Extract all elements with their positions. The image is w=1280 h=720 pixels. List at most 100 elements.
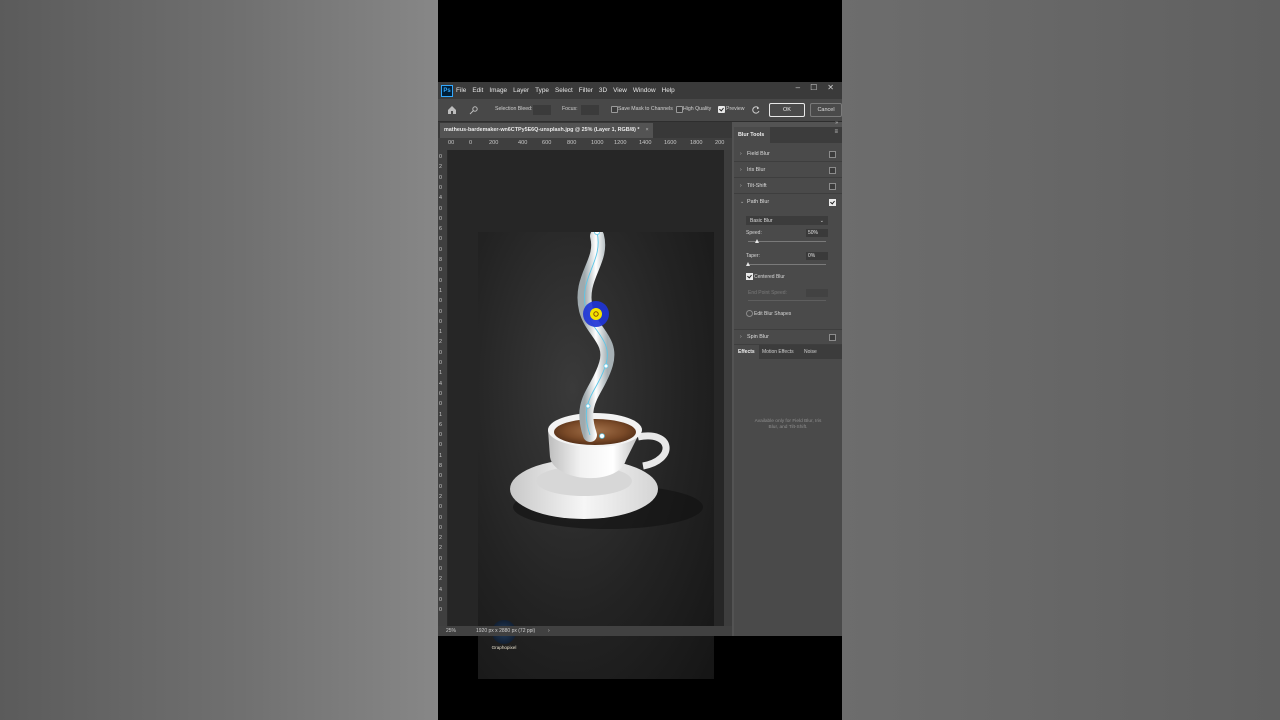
save-mask-checkbox[interactable] xyxy=(611,106,618,113)
speed-slider-track[interactable] xyxy=(748,241,826,242)
background-left xyxy=(0,0,438,720)
pasteboard: G Graphopixel xyxy=(448,150,724,679)
field-blur-checkbox[interactable] xyxy=(829,151,836,158)
ruler-tick: 0 xyxy=(439,524,442,531)
ruler-tick: 2 xyxy=(439,339,442,346)
ruler-tick: 0 xyxy=(439,473,442,480)
preview-checkbox[interactable] xyxy=(718,106,725,113)
document-tab-title: matheus-bardemaker-wn6CTPy5E6Q-unsplash.… xyxy=(444,127,640,133)
document-dimensions: 1920 px x 2880 px (72 ppi) xyxy=(476,628,536,634)
taper-slider-knob[interactable] xyxy=(745,262,750,266)
menu-help[interactable]: Help xyxy=(662,87,675,94)
iris-blur-checkbox[interactable] xyxy=(829,167,836,174)
menu-type[interactable]: Type xyxy=(535,87,549,94)
path-endpoint-bottom[interactable] xyxy=(599,433,605,439)
menu-window[interactable]: Window xyxy=(633,87,656,94)
edit-blur-shapes-checkbox[interactable] xyxy=(746,310,753,317)
blur-tools-panel: Blur Tools ≡ » › Field Blur › Iris Blur … xyxy=(734,120,842,636)
ruler-tick: 1 xyxy=(439,287,442,294)
menu-layer[interactable]: Layer xyxy=(513,87,529,94)
selection-bleed-label: Selection Bleed: xyxy=(495,106,533,112)
chevron-right-icon[interactable]: › xyxy=(740,151,742,157)
menu-image[interactable]: Image xyxy=(489,87,507,94)
tab-effects[interactable]: Effects xyxy=(734,345,759,359)
maximize-icon[interactable]: ☐ xyxy=(810,83,817,92)
tab-motion-effects[interactable]: Motion Effects xyxy=(762,345,794,359)
home-icon[interactable] xyxy=(446,104,458,116)
ruler-tick: 0 xyxy=(439,215,442,222)
spin-blur-checkbox[interactable] xyxy=(829,334,836,341)
path-endpoint-top[interactable] xyxy=(594,232,600,235)
menu-file[interactable]: File xyxy=(456,87,466,94)
options-bar: Selection Bleed: Focus: Save Mask to Cha… xyxy=(438,99,842,122)
ruler-vertical: 0 2 0 0 4 0 0 6 0 0 8 0 0 1 0 0 0 1 2 0 0 1 4 0 0 1 6 0 0 1 8 0 0 2 0 0 0 2 2 0… xyxy=(438,150,448,626)
taper-slider-track[interactable] xyxy=(748,264,826,265)
menu-filter[interactable]: Filter xyxy=(579,87,593,94)
close-window-icon[interactable]: ✕ xyxy=(827,83,834,92)
ruler-tick: 0 xyxy=(439,504,442,511)
ruler-tick: 600 xyxy=(542,140,552,146)
ruler-tick: 400 xyxy=(518,140,528,146)
ruler-tick: 1 xyxy=(439,452,442,459)
spin-blur-label: Spin Blur xyxy=(747,334,769,340)
speed-field[interactable]: 50% xyxy=(806,229,828,237)
menu-select[interactable]: Select xyxy=(555,87,573,94)
ruler-tick: 0 xyxy=(439,596,442,603)
ruler-tick: 4 xyxy=(439,195,442,202)
cancel-button[interactable]: Cancel xyxy=(810,103,842,117)
ok-button[interactable]: OK xyxy=(769,103,805,117)
pin-tool-icon[interactable] xyxy=(468,104,480,116)
iris-blur-row[interactable]: › Iris Blur xyxy=(734,163,842,178)
path-point[interactable] xyxy=(603,363,609,369)
spin-blur-row[interactable]: › Spin Blur xyxy=(734,329,842,345)
panel-menu-icon[interactable]: ≡ xyxy=(834,129,838,135)
preview-label: Preview xyxy=(726,106,745,112)
menu-items: File Edit Image Layer Type Select Filter… xyxy=(456,82,675,99)
menu-view[interactable]: View xyxy=(613,87,627,94)
path-blur-mode-select[interactable]: Basic Blur ⌄ xyxy=(746,216,828,225)
taper-field[interactable]: 0% xyxy=(806,252,828,260)
ruler-tick: 1 xyxy=(439,370,442,377)
iris-blur-label: Iris Blur xyxy=(747,167,766,173)
path-point[interactable] xyxy=(585,403,591,409)
minimize-icon[interactable]: – xyxy=(796,83,800,92)
chevron-right-icon[interactable]: › xyxy=(740,334,742,340)
ruler-tick: 0 xyxy=(439,442,442,449)
tilt-shift-checkbox[interactable] xyxy=(829,183,836,190)
tab-blur-tools[interactable]: Blur Tools xyxy=(734,127,770,143)
speed-slider-knob[interactable] xyxy=(755,239,760,243)
focus-field[interactable] xyxy=(581,105,599,115)
tilt-shift-label: Tilt-Shift xyxy=(747,183,767,189)
menu-edit[interactable]: Edit xyxy=(472,87,483,94)
vertical-scrollbar[interactable] xyxy=(724,150,732,626)
path-blur-checkbox[interactable] xyxy=(829,199,836,206)
image-canvas[interactable]: G Graphopixel xyxy=(478,232,714,679)
photoshop-logo-icon[interactable]: Ps xyxy=(441,85,453,97)
tab-noise[interactable]: Noise xyxy=(804,345,817,359)
ruler-tick: 0 xyxy=(439,514,442,521)
ruler-tick: 2 xyxy=(439,545,442,552)
collapse-panel-icon[interactable]: » xyxy=(835,120,838,126)
field-blur-row[interactable]: › Field Blur xyxy=(734,147,842,162)
zoom-level[interactable]: 25% xyxy=(446,628,456,634)
selection-bleed-field[interactable] xyxy=(533,105,551,115)
ruler-tick: 0 xyxy=(469,140,473,146)
photoshop-window: Ps File Edit Image Layer Type Select Fil… xyxy=(438,82,842,679)
ruler-tick: 1 xyxy=(439,329,442,336)
status-menu-arrow-icon[interactable]: › xyxy=(548,628,550,634)
high-quality-checkbox[interactable] xyxy=(676,106,683,113)
path-blur-row[interactable]: ⌄ Path Blur xyxy=(734,195,842,209)
menu-3d[interactable]: 3D xyxy=(599,87,607,94)
tilt-shift-row[interactable]: › Tilt-Shift xyxy=(734,179,842,194)
chevron-right-icon[interactable]: › xyxy=(740,167,742,173)
chevron-down-icon[interactable]: ⌄ xyxy=(740,199,744,205)
close-tab-icon[interactable]: × xyxy=(645,127,648,133)
chevron-right-icon[interactable]: › xyxy=(740,183,742,189)
end-point-speed-field xyxy=(806,289,828,297)
blur-pin-inner[interactable] xyxy=(590,308,602,320)
reset-icon[interactable] xyxy=(751,105,761,115)
centered-blur-checkbox[interactable] xyxy=(746,273,753,280)
document-tab[interactable]: matheus-bardemaker-wn6CTPy5E6Q-unsplash.… xyxy=(440,123,653,138)
dropdown-caret-icon: ⌄ xyxy=(819,218,824,224)
ruler-tick: 0 xyxy=(439,432,442,439)
